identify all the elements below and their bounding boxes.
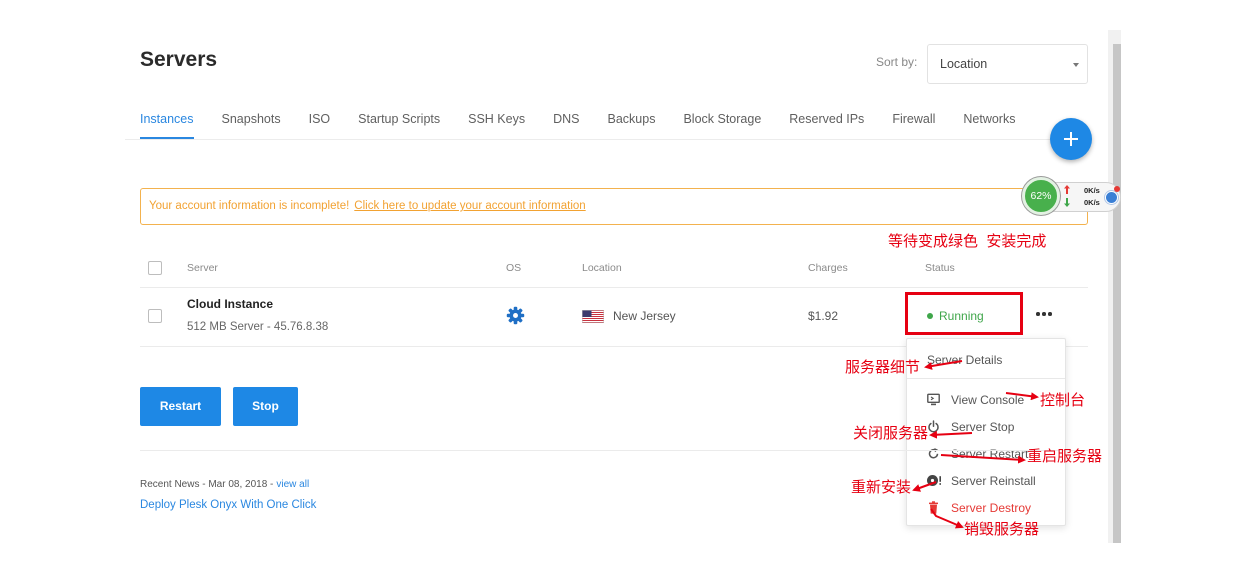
us-flag-icon [582,310,604,323]
sort-select[interactable]: Location [927,44,1088,84]
tab-startup-scripts[interactable]: Startup Scripts [358,111,440,139]
news-headline-link[interactable]: Deploy Plesk Onyx With One Click [140,498,316,512]
column-header-server: Server [187,262,218,274]
arrow-up-icon [1064,185,1070,194]
alert-message: Your account information is incomplete! [149,200,350,212]
server-name[interactable]: Cloud Instance [187,297,273,312]
update-account-link[interactable]: Click here to update your account inform… [354,200,585,212]
annotation-restart: 重启服务器 [1027,448,1103,465]
column-header-charges: Charges [808,262,848,274]
add-server-button[interactable] [1050,118,1092,160]
arrow-down-icon [1064,198,1070,207]
widget-badge-icon [1105,191,1118,204]
trash-icon [929,501,938,514]
more-horizontal-icon[interactable] [1036,311,1053,317]
annotation-status-highlight [905,292,1023,335]
download-speed: 0K/s [1084,198,1100,207]
row-checkbox[interactable] [148,309,162,323]
column-header-status: Status [925,262,955,274]
restart-icon [928,448,939,459]
annotation-details: 服务器细节 [845,359,921,376]
sort-selected-value: Location [940,57,988,71]
power-icon [928,420,939,433]
server-detail: 512 MB Server - 45.76.8.38 [187,321,329,333]
menu-item-server-reinstall[interactable]: Server Reinstall [907,467,1065,494]
menu-item-label: Server Stop [951,419,1015,434]
annotation-console: 控制台 [1040,392,1086,409]
news-divider [140,450,1088,451]
server-charges: $1.92 [808,309,839,323]
server-location: New Jersey [613,309,676,323]
monitor-icon [927,393,940,406]
menu-item-label: Server Restart [951,446,1029,461]
column-header-location: Location [582,262,622,274]
recent-news-date: Recent News - Mar 08, 2018 - [140,479,274,490]
menu-item-label: View Console [951,392,1025,407]
tab-iso[interactable]: ISO [309,111,331,139]
tab-instances[interactable]: Instances [140,111,194,139]
stop-button[interactable]: Stop [233,387,298,426]
menu-item-label: Server Destroy [951,500,1032,515]
caret-down-icon [1073,63,1079,67]
sort-label: Sort by: [876,55,918,69]
tab-backups[interactable]: Backups [608,111,656,139]
network-monitor-gauge: 62% [1022,177,1060,215]
view-all-news-link[interactable]: view all [276,479,309,490]
tab-snapshots[interactable]: Snapshots [222,111,281,139]
tab-networks[interactable]: Networks [963,111,1015,139]
menu-item-label: Server Reinstall [951,473,1036,488]
upload-speed: 0K/s [1084,186,1100,195]
table-header-divider [140,287,1088,288]
annotation-status-note: 等待变成绿色 安装完成 [888,233,1047,250]
tab-ssh-keys[interactable]: SSH Keys [468,111,525,139]
server-actions-menu: Server Details View Console Server Stop … [906,338,1066,526]
reinstall-disc-icon [927,475,941,486]
menu-item-server-stop[interactable]: Server Stop [907,413,1065,440]
scrollbar-thumb[interactable] [1113,44,1121,543]
restart-button[interactable]: Restart [140,387,221,426]
tab-dns[interactable]: DNS [553,111,579,139]
tab-bar: Instances Snapshots ISO Startup Scripts … [140,111,1015,139]
annotation-destroy: 销毁服务器 [964,521,1040,538]
tab-block-storage[interactable]: Block Storage [683,111,761,139]
recent-news-meta: Recent News - Mar 08, 2018 - view all [140,479,309,491]
annotation-reinstall: 重新安装 [851,479,912,496]
select-all-checkbox[interactable] [148,261,162,275]
os-logo-icon [506,306,525,325]
tab-bar-divider [125,139,1088,140]
account-incomplete-alert: Your account information is incomplete! C… [140,188,1088,225]
menu-item-server-destroy[interactable]: Server Destroy [907,494,1065,521]
tab-reserved-ips[interactable]: Reserved IPs [789,111,864,139]
annotation-stop: 关闭服务器 [853,425,929,442]
menu-item-server-details[interactable]: Server Details [907,339,1065,379]
page-title: Servers [140,48,218,71]
tab-firewall[interactable]: Firewall [892,111,935,139]
column-header-os: OS [506,262,522,274]
notification-dot [1114,186,1120,192]
